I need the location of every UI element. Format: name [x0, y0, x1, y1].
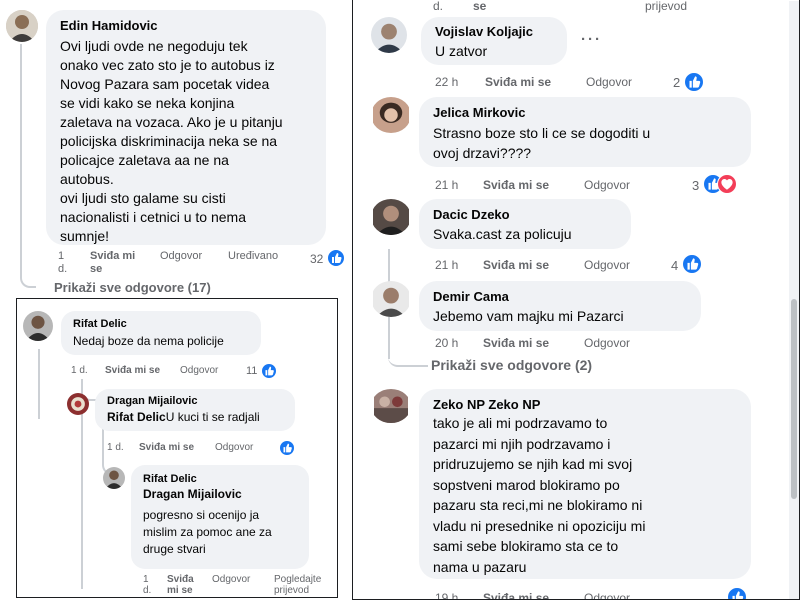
translate-link[interactable]: Pogledajte prijevod	[274, 574, 321, 596]
like-button[interactable]: Sviđa mi se	[483, 591, 549, 599]
like-button[interactable]: Sviđa mi se	[483, 178, 549, 192]
comment-text: Svaka.cast za policuju	[433, 226, 572, 242]
show-all-replies-link[interactable]: Prikaži sve odgovore (2)	[431, 357, 592, 373]
comment-text: tako je ali mi podrzavamo to pazarci mi …	[433, 415, 646, 575]
reply-button[interactable]: Odgovor	[215, 442, 253, 453]
avatar[interactable]	[103, 467, 125, 489]
reaction-count[interactable]: 2	[673, 75, 680, 90]
scrollbar-thumb[interactable]	[791, 299, 797, 499]
reaction-count[interactable]: 4	[671, 258, 678, 273]
comment-time[interactable]: 1 d.	[71, 365, 88, 376]
more-options-icon[interactable]: ···	[581, 31, 602, 48]
reply-text-body: U kuci ti se radjali	[165, 410, 260, 424]
comment-author[interactable]: Jelica Mirkovic	[433, 105, 526, 120]
reply-thread-panel: Rifat Delic Nedaj boze da nema policije …	[16, 298, 338, 598]
comment-time[interactable]: 1 d.	[107, 442, 124, 453]
avatar[interactable]	[371, 281, 411, 317]
thread-connector	[388, 319, 428, 367]
love-reaction-icon	[717, 174, 737, 194]
like-button[interactable]: Sviđa mi se	[483, 336, 549, 350]
comment-time[interactable]: 21 h	[435, 178, 458, 192]
like-button[interactable]: Sviđa mi se	[90, 250, 135, 276]
reply-bubble: Rifat Delic Dragan Mijailovic pogresno s…	[131, 465, 309, 569]
thread-connector	[20, 44, 36, 288]
like-button[interactable]: Sviđa mi se	[483, 258, 549, 272]
comment-author[interactable]: Zeko NP Zeko NP	[433, 397, 540, 412]
reply-button[interactable]: Odgovor	[584, 591, 630, 599]
comment-author[interactable]: Edin Hamidovic	[60, 18, 158, 33]
comment-bubble: Rifat Delic Nedaj boze da nema policije	[61, 311, 261, 355]
reply-button[interactable]: Odgovor	[584, 258, 630, 272]
reply-author[interactable]: Rifat Delic	[143, 473, 197, 485]
like-reaction-icon	[327, 249, 345, 267]
reply-text: pogresno si ocenijo ja mislim za pomoc a…	[143, 508, 272, 556]
avatar[interactable]	[371, 389, 411, 423]
like-button[interactable]: Sviđa mi se	[167, 574, 194, 596]
comment-time[interactable]: d.	[433, 0, 443, 13]
comment-text: Jebemo vam majku mi Pazarci	[433, 308, 624, 324]
avatar[interactable]	[371, 17, 407, 53]
show-all-replies-link[interactable]: Prikaži sve odgovore (17)	[54, 280, 211, 295]
reaction-count[interactable]: 11	[246, 365, 257, 377]
like-reaction-icon	[261, 363, 277, 379]
comment-author[interactable]: Dacic Dzeko	[433, 207, 510, 222]
comment-bubble: Demir Cama Jebemo vam majku mi Pazarci	[419, 281, 701, 331]
like-reaction-icon	[682, 254, 702, 274]
comment-bubble: Vojislav Koljajic U zatvor	[421, 17, 567, 65]
mention-link[interactable]: Rifat Delic	[107, 410, 166, 424]
comments-panel-right: d. se prijevod Vojislav Koljajic U zatvo…	[352, 0, 800, 600]
reaction-count[interactable]: 3	[692, 178, 699, 193]
avatar[interactable]	[23, 311, 53, 341]
like-button[interactable]: Sviđa mi se	[485, 75, 551, 89]
comment-time[interactable]: 21 h	[435, 258, 458, 272]
comment-author[interactable]: Vojislav Koljajic	[435, 24, 533, 39]
avatar[interactable]	[371, 97, 411, 133]
reply-author[interactable]: Dragan Mijailovic	[107, 395, 197, 407]
reply-button[interactable]: Odgovor	[584, 178, 630, 192]
comment-time[interactable]: 1 d.	[143, 574, 151, 596]
avatar[interactable]	[67, 393, 89, 415]
reply-button[interactable]: Odgovor	[160, 250, 202, 262]
edited-label[interactable]: Uređivano	[228, 250, 278, 262]
like-button[interactable]: Sviđa mi se	[105, 365, 160, 376]
avatar[interactable]	[6, 10, 38, 42]
comment-time[interactable]: 19 h	[435, 591, 458, 599]
comment-time[interactable]: 20 h	[435, 336, 458, 350]
comment-time[interactable]: 1 d.	[58, 250, 67, 276]
comment-author[interactable]: Demir Cama	[433, 289, 509, 304]
like-reaction-icon	[727, 587, 747, 599]
translate-link[interactable]: prijevod	[645, 0, 687, 13]
reply-text: Rifat DelicU kuci ti se radjali	[107, 410, 260, 424]
comment-time[interactable]: 22 h	[435, 75, 458, 89]
avatar[interactable]	[371, 199, 411, 235]
like-button[interactable]: se	[473, 0, 486, 13]
mention-link[interactable]: Dragan Mijailovic	[143, 487, 242, 501]
like-reaction-icon	[279, 440, 295, 456]
comment-text: Strasno boze sto li ce se dogoditi u ovo…	[433, 125, 651, 161]
thread-connector	[38, 349, 40, 419]
comment-bubble: Jelica Mirkovic Strasno boze sto li ce s…	[419, 97, 751, 167]
comment-text: Nedaj boze da nema policije	[73, 334, 224, 348]
comment-text: U zatvor	[435, 43, 488, 59]
reply-button[interactable]: Odgovor	[180, 365, 218, 376]
reply-button[interactable]: Odgovor	[584, 336, 630, 350]
like-button[interactable]: Sviđa mi se	[139, 442, 194, 453]
reply-button[interactable]: Odgovor	[586, 75, 632, 89]
comment-author[interactable]: Rifat Delic	[73, 318, 127, 330]
like-reaction-icon	[684, 72, 704, 92]
comment-text: Ovi ljudi ovde ne negoduju tek onako vec…	[60, 38, 283, 244]
comment-bubble: Dacic Dzeko Svaka.cast za policuju	[419, 199, 631, 249]
reply-bubble: Dragan Mijailovic Rifat DelicU kuci ti s…	[95, 389, 295, 431]
comment-panel-edin: Edin Hamidovic Ovi ljudi ovde ne negoduj…	[0, 0, 345, 298]
comment-bubble: Zeko NP Zeko NP tako je ali mi podrzavam…	[419, 389, 751, 579]
reply-button[interactable]: Odgovor	[212, 574, 250, 585]
comment-bubble: Edin Hamidovic Ovi ljudi ovde ne negoduj…	[46, 10, 326, 245]
reaction-count[interactable]: 32	[310, 252, 323, 266]
